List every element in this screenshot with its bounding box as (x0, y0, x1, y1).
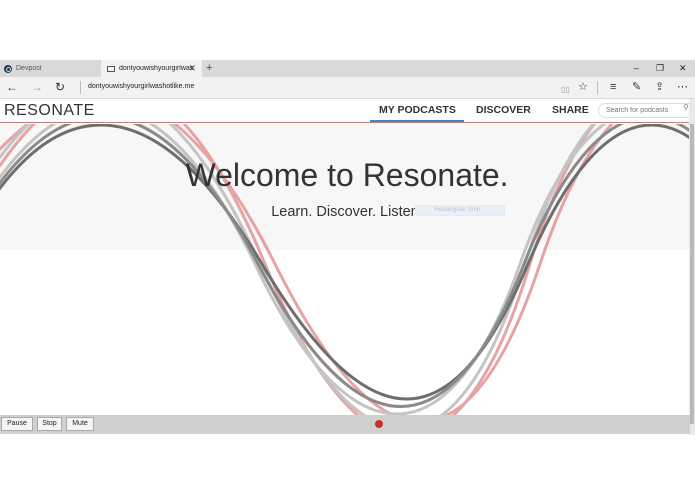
search-input[interactable] (598, 103, 695, 118)
snip-tooltip: Rectangular Snip (415, 205, 505, 216)
nav-share[interactable]: SHARE (552, 104, 589, 116)
tab-strip: Devpost dontyouwishyourgirlwas ✕ + – ❐ ✕ (0, 60, 695, 77)
hero-title: Welcome to Resonate. (185, 157, 509, 193)
hero-subtitle: Learn. Discover. Listen. (271, 204, 423, 220)
new-tab-button[interactable]: + (206, 62, 212, 74)
reading-view-icon[interactable]: ▯▯ (561, 82, 570, 97)
mute-button[interactable]: Mute (66, 417, 94, 431)
player-bar: Pause Stop Mute (0, 415, 690, 434)
close-window-button[interactable]: ✕ (679, 62, 687, 74)
tab-title: Devpost (16, 65, 42, 72)
address-bar: ← → ↻ dontyouwishyourgirlwashotlike.me ▯… (0, 77, 695, 99)
hub-icon[interactable]: ≡ (610, 80, 616, 95)
devpost-favicon-icon (4, 64, 12, 73)
web-note-icon[interactable]: ✎ (632, 80, 641, 95)
favorite-star-icon[interactable]: ☆ (578, 80, 588, 95)
hero-section: Welcome to Resonate. Learn. Discover. Li… (0, 124, 690, 415)
toolbar-divider (597, 81, 598, 94)
scrollbar-thumb[interactable] (690, 124, 694, 424)
tab-title: dontyouwishyourgirlwas (119, 65, 194, 72)
browser-window: Devpost dontyouwishyourgirlwas ✕ + – ❐ ✕… (0, 0, 695, 494)
search-icon[interactable]: ⚲ (683, 103, 689, 112)
more-icon[interactable]: ⋯ (677, 80, 688, 95)
logo[interactable]: RESONATE (4, 102, 95, 120)
page-icon (107, 65, 115, 72)
url-divider (80, 81, 81, 94)
site-header: RESONATE MY PODCASTS DISCOVER SHARE ⚲ (0, 99, 695, 123)
minimize-button[interactable]: – (634, 62, 639, 74)
tab-resonate[interactable]: dontyouwishyourgirlwas ✕ (101, 60, 202, 77)
playback-indicator[interactable] (375, 420, 383, 428)
url-field[interactable]: dontyouwishyourgirlwashotlike.me (88, 83, 194, 90)
refresh-icon[interactable]: ↻ (55, 80, 65, 95)
forward-arrow-icon[interactable]: → (31, 80, 43, 95)
nav-my-podcasts[interactable]: MY PODCASTS (379, 104, 456, 116)
active-nav-indicator (370, 120, 464, 122)
back-arrow-icon[interactable]: ← (6, 80, 18, 95)
pause-button[interactable]: Pause (1, 417, 33, 431)
close-tab-icon[interactable]: ✕ (188, 63, 196, 73)
share-icon[interactable]: ⇪ (655, 80, 664, 95)
restore-button[interactable]: ❐ (656, 62, 664, 74)
tab-devpost[interactable]: Devpost (0, 60, 100, 77)
stop-button[interactable]: Stop (37, 417, 62, 431)
nav-discover[interactable]: DISCOVER (476, 104, 531, 116)
